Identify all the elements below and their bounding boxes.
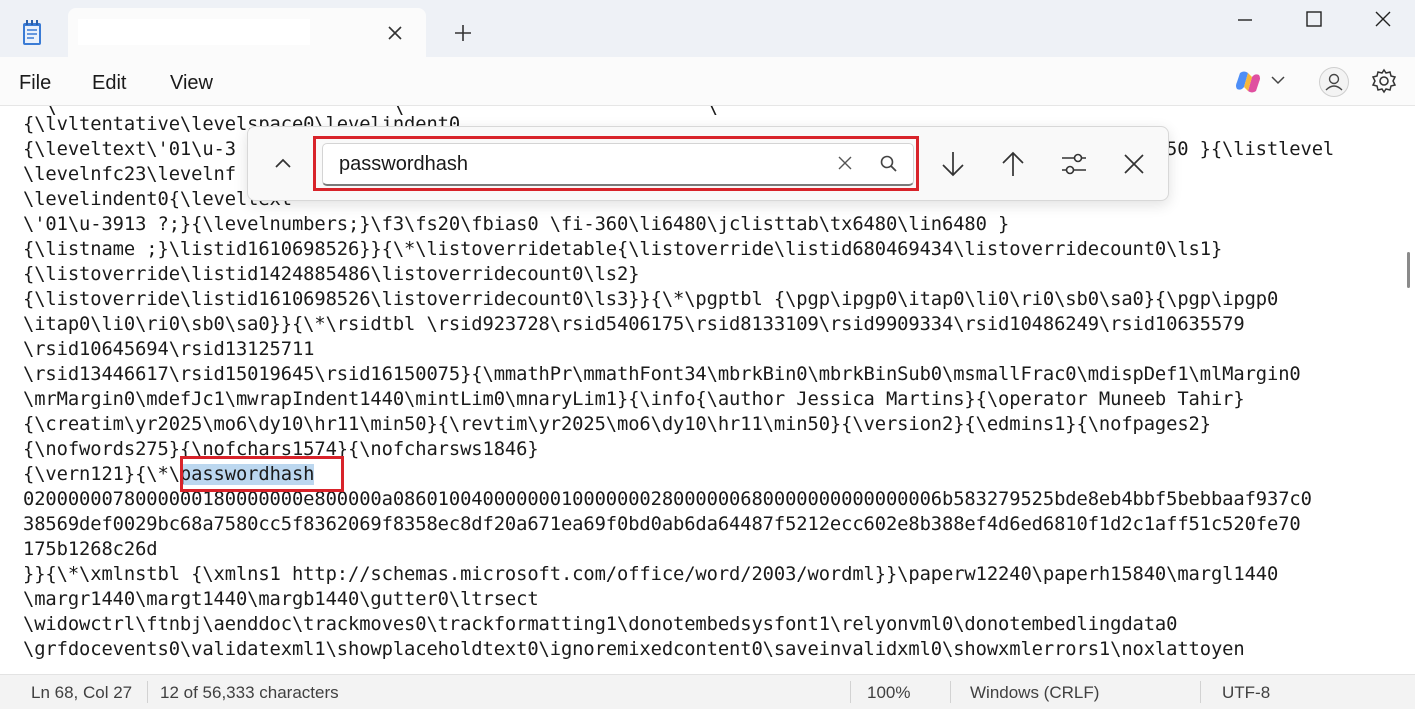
close-icon[interactable] <box>1119 149 1149 179</box>
copilot-icon[interactable] <box>1234 69 1262 95</box>
divider <box>950 681 951 703</box>
menu-file[interactable]: File <box>19 72 51 95</box>
arrow-down-icon[interactable] <box>938 149 968 179</box>
zoom-level[interactable]: 100% <box>867 683 910 703</box>
chevron-down-icon[interactable] <box>1270 74 1286 86</box>
notepad-icon <box>23 20 41 45</box>
editor-line: \ <box>23 662 1200 666</box>
editor-line: \margr1440\margt1440\margb1440\gutter0\l… <box>23 589 539 610</box>
arrow-up-icon[interactable] <box>998 149 1028 179</box>
menu-bar: File Edit View <box>0 57 1415 106</box>
scrollbar[interactable] <box>1407 252 1410 288</box>
annotation-box-find <box>313 136 919 191</box>
tab-title <box>78 19 310 45</box>
editor-line: \'01\u-3913 ?;}{\levelnumbers;}\f3\fs20\… <box>23 214 1010 235</box>
editor-line: 38569def0029bc68a7580cc5f8362069f8358ec8… <box>23 514 1301 535</box>
status-bar: Ln 68, Col 27 12 of 56,333 characters 10… <box>0 674 1415 709</box>
cursor-position: Ln 68, Col 27 <box>31 683 133 702</box>
editor-line: }}{\*\xmlnstbl {\xmlns1 http://schemas.m… <box>23 564 1279 585</box>
divider <box>1200 681 1201 703</box>
plus-icon[interactable] <box>452 22 474 44</box>
gear-icon[interactable] <box>1371 68 1397 94</box>
editor-line: \grfdocevents0\validatexml1\showplacehol… <box>23 639 1245 660</box>
character-count: 12 of 56,333 characters <box>160 683 339 702</box>
editor-line: {\listname ;}\listid1610698526}}{\*\list… <box>23 239 1223 260</box>
editor-line: {\leveltext\'01\u-3 <box>23 139 236 160</box>
title-bar <box>0 0 1415 58</box>
maximize-icon[interactable] <box>1291 8 1337 32</box>
encoding[interactable]: UTF-8 <box>1222 683 1270 703</box>
editor-line: \rsid13446617\rsid15019645\rsid16150075}… <box>23 364 1301 385</box>
editor-line: {\listoverride\listid1424885486\listover… <box>23 264 640 285</box>
match-prefix: {\vern121}{\*\ <box>23 464 180 485</box>
divider <box>147 681 148 703</box>
editor-line: \itap0\li0\ri0\sb0\sa0}}{\*\rsidtbl \rsi… <box>23 314 1245 335</box>
editor-line: \widowctrl\ftnbj\aenddoc\trackmoves0\tra… <box>23 614 1178 635</box>
menu-edit[interactable]: Edit <box>92 72 126 95</box>
editor-line: 175b1268c26d <box>23 539 158 560</box>
editor-line: \levelnfc23\levelnf <box>23 164 236 185</box>
minimize-icon[interactable] <box>1222 8 1268 32</box>
close-icon[interactable] <box>1360 8 1406 32</box>
editor-line: \mrMargin0\mdefJc1\mwrapIndent1440\mintL… <box>23 389 1245 410</box>
options-icon[interactable] <box>1059 149 1089 179</box>
divider <box>850 681 851 703</box>
editor-line: {\creatim\yr2025\mo6\dy10\hr11\min50}{\r… <box>23 414 1211 435</box>
editor-line-tail: 50 }{\listlevel <box>1166 139 1335 160</box>
close-icon[interactable] <box>386 24 404 42</box>
editor-line: \rsid10645694\rsid13125711 <box>23 339 315 360</box>
line-ending[interactable]: Windows (CRLF) <box>970 683 1099 703</box>
document-tab[interactable] <box>68 8 426 58</box>
editor-line: {\listoverride\listid1610698526\listover… <box>23 289 1279 310</box>
menu-view[interactable]: View <box>170 72 213 95</box>
chevron-up-icon[interactable] <box>272 153 294 173</box>
account-icon[interactable] <box>1319 67 1349 97</box>
annotation-box-match <box>180 456 344 492</box>
